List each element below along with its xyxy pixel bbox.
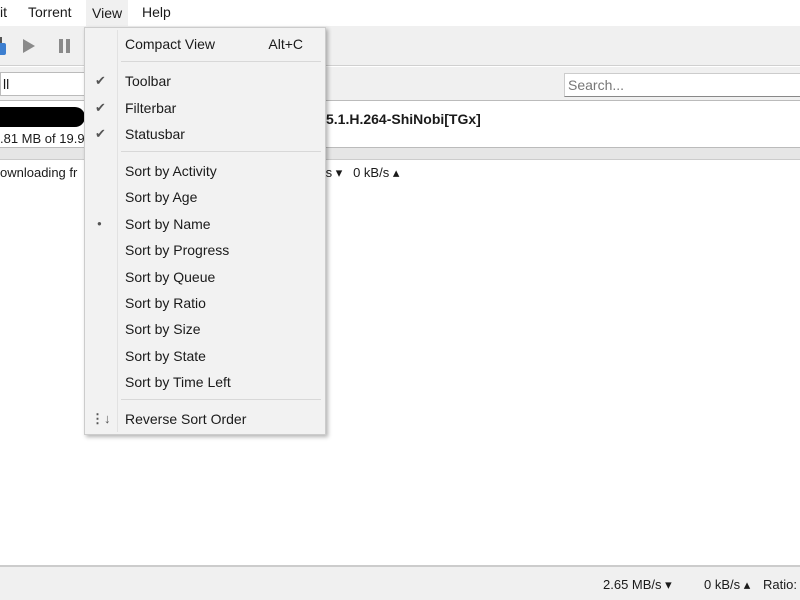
search-input[interactable]: Search... <box>564 73 800 97</box>
check-icon: ✔ <box>95 126 106 141</box>
label: Filterbar <box>125 99 177 116</box>
menu-item-sort-2[interactable]: ● Sort by Name <box>85 211 325 237</box>
statusbar: 2.65 MB/s ▾ 0 kB/s ▴ Ratio: <box>0 565 800 600</box>
label: Sort by Age <box>125 189 198 206</box>
menu-edit[interactable]: it <box>0 4 7 20</box>
menu-item-filterbar[interactable]: ✔ Filterbar <box>85 95 325 121</box>
menubar: it Torrent View Help <box>0 0 800 26</box>
menu-item-reverse-sort[interactable]: ⋮↓ Reverse Sort Order <box>85 406 325 432</box>
menu-item-sort-4[interactable]: Sort by Queue <box>85 264 325 290</box>
menu-torrent[interactable]: Torrent <box>28 4 72 20</box>
status-up-rate[interactable]: 0 kB/s ▴ <box>704 577 750 593</box>
redaction <box>0 107 85 127</box>
reverse-sort-icon: ⋮↓ <box>91 411 111 426</box>
start-icon[interactable] <box>22 38 36 54</box>
filter-combo[interactable]: ll <box>0 72 90 96</box>
menu-item-sort-6[interactable]: Sort by Size <box>85 316 325 342</box>
menu-item-compact-view[interactable]: Compact View Alt+C <box>85 31 325 57</box>
check-icon: ✔ <box>95 99 106 115</box>
status-ratio[interactable]: Ratio: <box>763 577 797 592</box>
menu-item-sort-8[interactable]: Sort by Time Left <box>85 369 325 395</box>
torrent-status: ownloading fr <box>0 165 78 180</box>
status-down-rate[interactable]: 2.65 MB/s ▾ <box>603 577 672 593</box>
label: Sort by Time Left <box>125 374 231 391</box>
separator <box>121 399 321 400</box>
torrent-rates: /s ▾ 0 kB/s ▴ <box>322 165 399 181</box>
label: Toolbar <box>125 73 171 89</box>
torrent-size: .81 MB of 19.9 <box>0 131 85 146</box>
torrent-name: 5.1.H.264-ShiNobi[TGx] <box>326 111 481 127</box>
label: Compact View <box>125 36 216 52</box>
separator <box>121 61 321 62</box>
label: Sort by State <box>125 347 206 364</box>
separator <box>121 151 321 152</box>
menu-item-toolbar[interactable]: ✔ Toolbar <box>85 68 325 94</box>
label: Sort by Progress <box>125 242 230 259</box>
label: Reverse Sort Order <box>125 411 247 427</box>
pause-icon[interactable] <box>58 39 72 53</box>
label: Statusbar <box>125 126 185 142</box>
menu-item-sort-0[interactable]: Sort by Activity <box>85 158 325 184</box>
check-icon: ✔ <box>95 73 106 88</box>
menu-help[interactable]: Help <box>142 4 171 20</box>
menu-item-sort-3[interactable]: Sort by Progress <box>85 237 325 263</box>
menu-item-sort-1[interactable]: Sort by Age <box>85 184 325 210</box>
label: Sort by Size <box>125 321 201 338</box>
add-torrent-icon[interactable] <box>0 35 8 57</box>
label: Sort by Activity <box>125 163 217 179</box>
label: Sort by Ratio <box>125 295 206 311</box>
view-menu: Compact View Alt+C ✔ Toolbar ✔ Filterbar ✔ Sta… <box>84 27 326 435</box>
label: Sort by Name <box>125 215 211 232</box>
menu-view[interactable]: View <box>86 0 129 26</box>
shortcut: Alt+C <box>268 36 303 52</box>
torrent-up-rate: 0 kB/s ▴ <box>353 165 400 180</box>
menu-item-sort-5[interactable]: Sort by Ratio <box>85 290 325 316</box>
menu-item-sort-7[interactable]: Sort by State <box>85 343 325 369</box>
menu-item-statusbar[interactable]: ✔ Statusbar <box>85 121 325 147</box>
radio-dot-icon: ● <box>97 218 102 228</box>
label: Sort by Queue <box>125 268 216 285</box>
